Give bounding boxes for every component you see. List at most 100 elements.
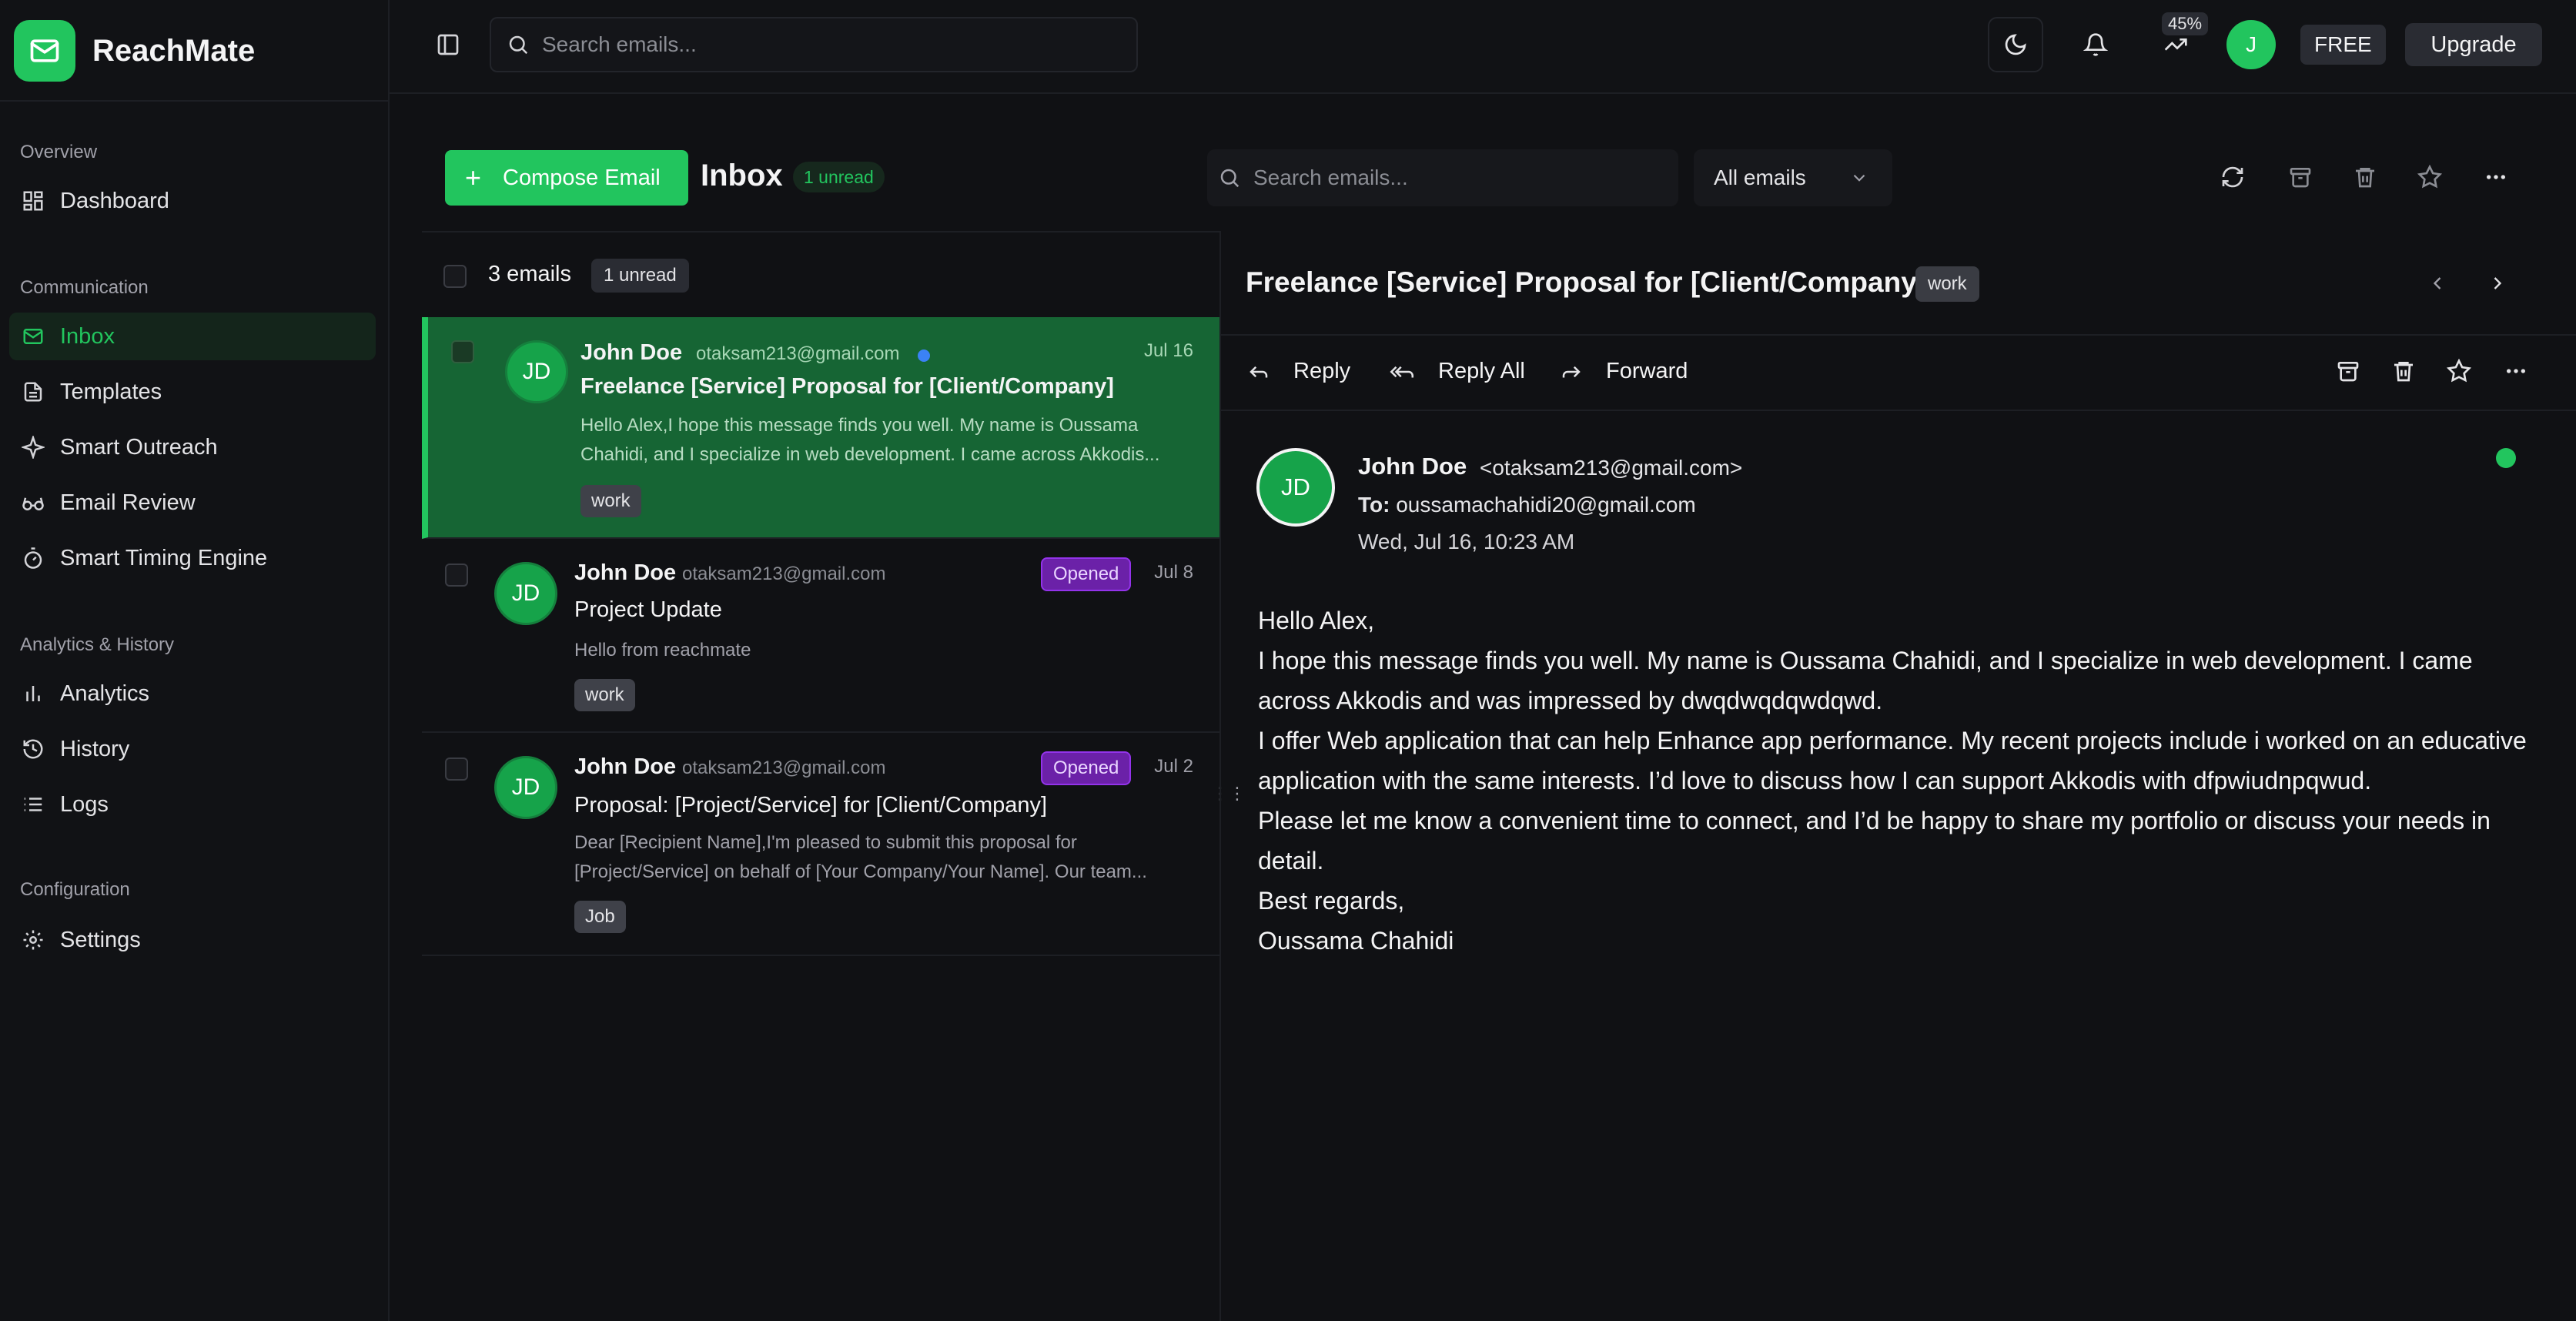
avatar: JD bbox=[494, 756, 557, 819]
sidebar-item-inbox[interactable]: Inbox bbox=[9, 313, 376, 360]
usage-percent-badge: 45% bbox=[2162, 12, 2209, 35]
row-checkbox[interactable] bbox=[445, 757, 468, 781]
sidebar-item-analytics[interactable]: Analytics bbox=[9, 670, 376, 717]
body-paragraph: Hello Alex, bbox=[1258, 607, 1375, 634]
divider bbox=[1221, 410, 2576, 411]
email-filter-select[interactable]: All emails bbox=[1694, 149, 1892, 206]
filter-value: All emails bbox=[1714, 166, 1806, 189]
previous-email-button[interactable] bbox=[2410, 256, 2465, 311]
sender-email: otaksam213@gmail.com bbox=[696, 343, 900, 364]
sidebar-item-dashboard[interactable]: Dashboard bbox=[9, 177, 376, 225]
body-paragraph: Please let me know a convenient time to … bbox=[1258, 807, 2491, 875]
refresh-button[interactable] bbox=[2205, 149, 2260, 205]
list-unread-badge: 1 unread bbox=[591, 259, 689, 293]
reply-all-icon bbox=[1390, 366, 1413, 377]
history-icon bbox=[20, 736, 46, 762]
star-button[interactable] bbox=[2402, 149, 2457, 205]
row-checkbox[interactable] bbox=[445, 564, 468, 587]
trash-icon bbox=[2394, 362, 2413, 382]
email-count: 3 emails bbox=[488, 262, 571, 286]
sidebar-item-label: History bbox=[60, 736, 130, 761]
section-title-communication: Communication bbox=[20, 277, 149, 298]
chevron-left-icon bbox=[2433, 277, 2441, 289]
sidebar-item-label: Dashboard bbox=[60, 188, 169, 213]
glasses-icon bbox=[20, 490, 46, 516]
sidebar-divider bbox=[0, 100, 388, 102]
reply-button[interactable]: Reply bbox=[1247, 359, 1350, 384]
email-tag: work bbox=[580, 485, 641, 517]
email-snippet: Dear [Recipient Name],I'm pleased to sub… bbox=[574, 832, 1147, 882]
reader-more-button[interactable] bbox=[2488, 343, 2544, 399]
sparkle-icon bbox=[20, 434, 46, 460]
reader-delete-button[interactable] bbox=[2376, 343, 2431, 399]
reply-icon bbox=[1250, 366, 1268, 377]
reply-all-button[interactable]: Reply All bbox=[1389, 359, 1525, 384]
sidebar-item-settings[interactable]: Settings bbox=[9, 916, 376, 964]
sender-email: <otaksam213@gmail.com> bbox=[1480, 456, 1743, 480]
section-title-configuration: Configuration bbox=[20, 879, 130, 900]
list-icon bbox=[20, 791, 46, 818]
user-avatar[interactable]: J bbox=[2226, 20, 2276, 69]
sidebar-item-email-review[interactable]: Email Review bbox=[9, 479, 376, 527]
reader-tag: work bbox=[1915, 266, 1979, 302]
archive-icon bbox=[2290, 168, 2311, 188]
list-header: 3 emails 1 unread bbox=[422, 231, 1219, 316]
upgrade-button[interactable]: Upgrade bbox=[2405, 23, 2542, 66]
archive-button[interactable] bbox=[2273, 149, 2328, 205]
email-date: Jul 16 bbox=[1143, 340, 1193, 361]
unread-dot bbox=[918, 349, 930, 362]
document-icon bbox=[20, 379, 46, 405]
refresh-icon bbox=[2222, 166, 2243, 188]
page-title: Inbox bbox=[701, 159, 783, 192]
dashboard-icon bbox=[20, 188, 46, 214]
email-row[interactable]: JD John Doe otaksam213@gmail.com Opened … bbox=[422, 733, 1219, 956]
opened-badge: Opened bbox=[1041, 557, 1132, 591]
reader-subject: Freelance [Service] Proposal for [Client… bbox=[1246, 266, 1927, 298]
sidebar-item-label: Email Review bbox=[60, 490, 196, 515]
email-snippet: Hello Alex,I hope this message finds you… bbox=[580, 415, 1160, 465]
opened-badge: Opened bbox=[1041, 751, 1132, 785]
next-email-button[interactable] bbox=[2470, 256, 2525, 311]
compose-label: Compose Email bbox=[503, 165, 661, 190]
inbox-search-input[interactable] bbox=[1253, 166, 1668, 190]
global-search-box[interactable] bbox=[490, 17, 1138, 72]
notifications-button[interactable] bbox=[2068, 17, 2123, 72]
plus-icon: + bbox=[465, 162, 482, 193]
timer-icon bbox=[20, 545, 46, 571]
email-snippet: Hello from reachmate bbox=[574, 640, 751, 660]
compose-email-button[interactable]: + Compose Email bbox=[445, 150, 688, 206]
inbox-search-box[interactable] bbox=[1207, 149, 1678, 206]
body-paragraph: I offer Web application that can help En… bbox=[1258, 727, 2527, 794]
sidebar-item-smart-outreach[interactable]: Smart Outreach bbox=[9, 423, 376, 471]
sender-avatar: JD bbox=[1256, 448, 1335, 527]
sender-email: otaksam213@gmail.com bbox=[682, 757, 886, 778]
sidebar-item-label: Smart Timing Engine bbox=[60, 545, 268, 570]
more-button[interactable] bbox=[2468, 149, 2524, 205]
email-row[interactable]: JD John Doe otaksam213@gmail.com Jul 16 … bbox=[422, 317, 1219, 539]
status-indicator bbox=[2496, 448, 2516, 468]
email-subject: Freelance [Service] Proposal for [Client… bbox=[580, 374, 1114, 399]
sidebar-toggle-button[interactable] bbox=[420, 17, 476, 72]
sidebar-item-label: Templates bbox=[60, 379, 162, 404]
sidebar-item-history[interactable]: History bbox=[9, 725, 376, 773]
plan-badge: FREE bbox=[2300, 25, 2386, 65]
trash-icon bbox=[2356, 168, 2374, 188]
forward-button[interactable]: Forward bbox=[1560, 359, 1688, 384]
sidebar-item-smart-timing-engine[interactable]: Smart Timing Engine bbox=[9, 534, 376, 582]
reading-pane: Freelance [Service] Proposal for [Client… bbox=[1219, 231, 2576, 1321]
reader-archive-button[interactable] bbox=[2320, 343, 2376, 399]
delete-button[interactable] bbox=[2337, 149, 2393, 205]
select-all-checkbox[interactable] bbox=[443, 265, 467, 288]
recipient-email: oussamachahidi20@gmail.com bbox=[1396, 493, 1696, 517]
sidebar-item-templates[interactable]: Templates bbox=[9, 368, 376, 416]
email-row[interactable]: JD John Doe otaksam213@gmail.com Opened … bbox=[422, 539, 1219, 733]
global-search-input[interactable] bbox=[542, 32, 1109, 57]
brand[interactable]: ReachMate bbox=[14, 20, 255, 82]
bell-icon bbox=[2083, 33, 2108, 56]
sidebar-item-logs[interactable]: Logs bbox=[9, 781, 376, 828]
theme-toggle-button[interactable] bbox=[1988, 17, 2043, 72]
row-checkbox[interactable] bbox=[451, 340, 474, 363]
reader-star-button[interactable] bbox=[2431, 343, 2487, 399]
search-icon bbox=[509, 35, 528, 55]
mail-logo-icon bbox=[14, 20, 75, 82]
